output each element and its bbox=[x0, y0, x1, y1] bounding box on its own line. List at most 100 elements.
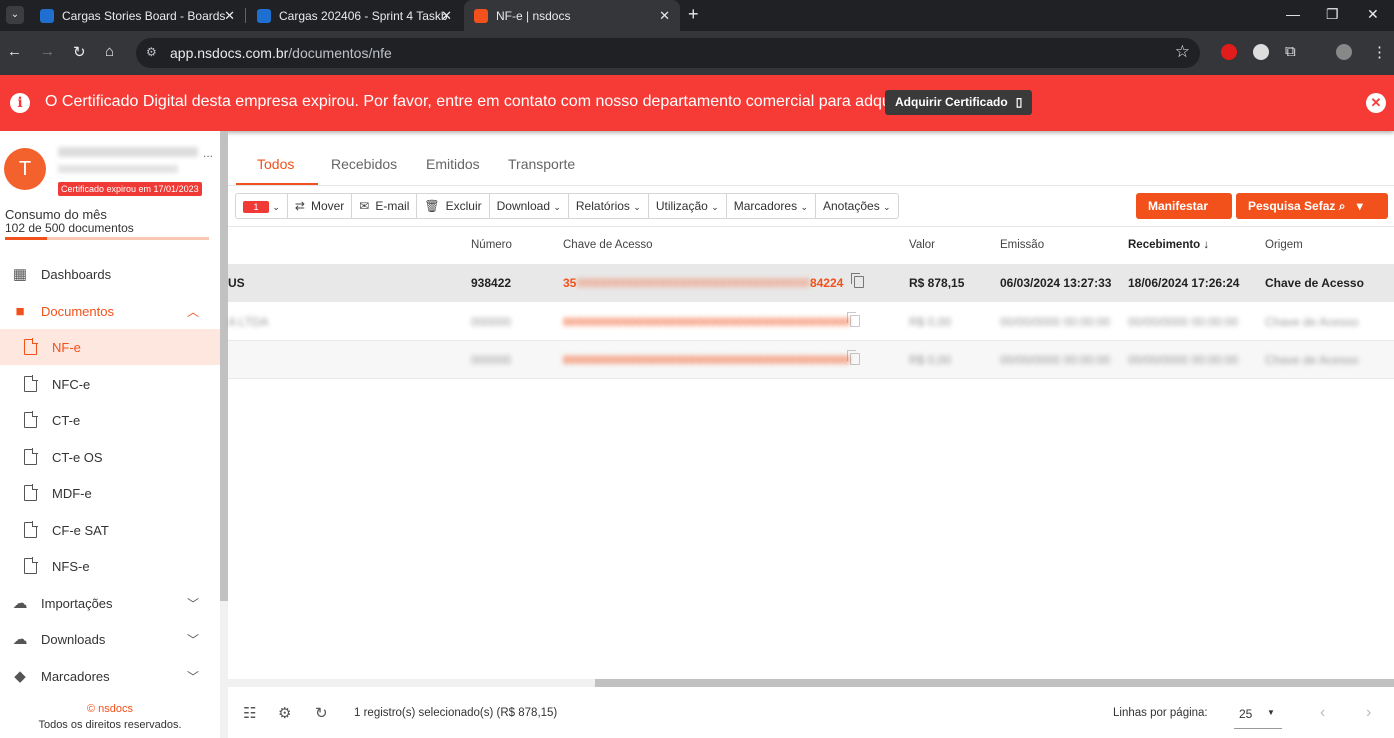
url-text: app.nsdocs.com.br/documentos/nfe bbox=[170, 45, 392, 61]
copy-icon[interactable] bbox=[847, 350, 860, 365]
browser-tab-3[interactable]: NF-e | nsdocs ✕ bbox=[464, 0, 680, 31]
alert-close-icon[interactable]: ✕ bbox=[1366, 93, 1386, 113]
col-emissao[interactable]: Emissão bbox=[1000, 239, 1044, 251]
columns-icon[interactable]: ☷ bbox=[243, 704, 256, 722]
col-numero[interactable]: Número bbox=[471, 239, 512, 251]
caret-down-icon: ▼ bbox=[1267, 708, 1275, 717]
marcadores-dropdown[interactable]: Marcadores ⌄ bbox=[727, 194, 816, 218]
extension-icon[interactable] bbox=[1253, 44, 1269, 60]
download-dropdown[interactable]: Download ⌄ bbox=[490, 194, 569, 218]
col-valor[interactable]: Valor bbox=[909, 239, 935, 251]
sidebar-item-mdfe[interactable]: MDF-e bbox=[0, 475, 220, 511]
trash-icon: 🗑 bbox=[424, 199, 440, 213]
selection-summary: 1 registro(s) selecionado(s) (R$ 878,15) bbox=[354, 707, 558, 719]
sidebar-item-nfe[interactable]: NF-e bbox=[0, 329, 220, 365]
settings-icon[interactable]: ⚙ bbox=[278, 704, 291, 722]
prev-page-icon[interactable]: ‹ bbox=[1320, 704, 1325, 722]
table-row[interactable]: US 938422 350000000000000000000000000000… bbox=[228, 264, 1394, 302]
browser-menu-icon[interactable]: ⋮ bbox=[1372, 43, 1387, 61]
label-icon: ◆ bbox=[14, 668, 26, 685]
consumo-progress-bar bbox=[5, 237, 209, 240]
footer-brand: © nsdocs bbox=[86, 703, 133, 715]
consumo-title: Consumo do mês bbox=[5, 207, 107, 222]
new-tab-icon[interactable]: + bbox=[688, 4, 699, 25]
dashboard-icon: ▦ bbox=[12, 266, 28, 283]
utilizacao-dropdown[interactable]: Utilização ⌄ bbox=[649, 194, 727, 218]
minimize-icon[interactable]: — bbox=[1286, 6, 1300, 22]
tab-todos[interactable]: Todos bbox=[257, 156, 294, 172]
sort-down-icon: ↓ bbox=[1203, 239, 1210, 251]
table-footer: ☷ ⚙ ↻ 1 registro(s) selecionado(s) (R$ 8… bbox=[228, 687, 1394, 738]
mail-icon: ✉ bbox=[359, 199, 370, 213]
manifestar-button[interactable]: Manifestar ⌄ bbox=[1136, 193, 1232, 239]
anotacoes-dropdown[interactable]: Anotações ⌄ bbox=[816, 194, 898, 218]
sidebar-item-nfse[interactable]: NFS-e bbox=[0, 548, 220, 584]
relatorios-dropdown[interactable]: Relatórios ⌄ bbox=[569, 194, 649, 218]
sidebar-item-cte-os[interactable]: CT-e OS bbox=[0, 439, 220, 475]
email-button[interactable]: ✉ E-mail bbox=[352, 194, 418, 218]
excluir-button[interactable]: 🗑 Excluir bbox=[417, 194, 490, 218]
mover-button[interactable]: ⇄ Mover bbox=[288, 194, 353, 218]
refresh-icon[interactable]: ↻ bbox=[315, 704, 328, 722]
tab-emitidos[interactable]: Emitidos bbox=[426, 156, 480, 172]
horizontal-scrollbar[interactable] bbox=[228, 679, 1394, 687]
col-recebimento[interactable]: Recebimento ↓ bbox=[1128, 239, 1209, 251]
col-chave[interactable]: Chave de Acesso bbox=[563, 239, 653, 251]
site-info-icon[interactable]: ⚙ bbox=[146, 45, 157, 59]
restore-icon[interactable]: ❐ bbox=[1326, 6, 1339, 23]
company-name-blurred bbox=[58, 147, 198, 157]
sidebar-item-documentos[interactable]: ■ Documentos ︿ bbox=[0, 293, 220, 329]
copy-icon[interactable] bbox=[851, 273, 864, 288]
window-close-icon[interactable]: ✕ bbox=[1367, 6, 1379, 23]
browser-tab-1[interactable]: Cargas Stories Board - Boards ✕ bbox=[30, 0, 245, 31]
table-header: Número Chave de Acesso Valor Emissão Rec… bbox=[228, 228, 1394, 264]
home-icon[interactable]: ⌂ bbox=[105, 43, 114, 60]
document-icon bbox=[24, 557, 38, 574]
profile-avatar[interactable] bbox=[1336, 44, 1352, 60]
rows-per-page-select[interactable]: 25 ▼ bbox=[1234, 701, 1282, 729]
swap-icon: ⇄ bbox=[294, 199, 305, 213]
sidebar-item-downloads[interactable]: ☁ Downloads ﹀ bbox=[0, 621, 220, 657]
back-icon[interactable]: ← bbox=[7, 43, 22, 60]
avatar[interactable]: T bbox=[4, 148, 46, 190]
tab-search-icon[interactable]: ⌄ bbox=[6, 6, 24, 24]
bookmark-star-icon[interactable]: ☆ bbox=[1175, 42, 1190, 62]
azure-devops-icon bbox=[257, 8, 271, 23]
sidebar-item-nfce[interactable]: NFC-e bbox=[0, 366, 220, 402]
forward-icon[interactable]: → bbox=[40, 43, 55, 60]
adquirir-certificado-button[interactable]: Adquirir Certificado ▯ bbox=[885, 90, 1033, 115]
sidebar-item-cte[interactable]: CT-e bbox=[0, 402, 220, 438]
copy-icon[interactable] bbox=[847, 312, 860, 327]
extensions-puzzle-icon[interactable]: ⧉ bbox=[1285, 43, 1296, 60]
document-icon bbox=[24, 375, 38, 392]
sidebar-item-dashboards[interactable]: ▦ Dashboards bbox=[0, 256, 220, 292]
cert-expired-badge: Certificado expirou em 17/01/2023 bbox=[58, 182, 202, 196]
sidebar-item-importacoes[interactable]: ☁ Importações ﹀ bbox=[0, 585, 220, 621]
chevron-down-icon: ﹀ bbox=[187, 669, 200, 684]
address-bar[interactable]: ⚙ app.nsdocs.com.br/documentos/nfe ☆ bbox=[136, 38, 1200, 68]
close-tab-icon[interactable]: ✕ bbox=[441, 8, 452, 24]
azure-devops-icon bbox=[40, 8, 54, 23]
sidebar-item-cfe-sat[interactable]: CF-e SAT bbox=[0, 512, 220, 548]
tab-title: Cargas Stories Board - Boards bbox=[62, 8, 226, 23]
pesquisa-sefaz-button[interactable]: Pesquisa Sefaz ⌕ ▾ bbox=[1236, 193, 1388, 219]
browser-tab-2[interactable]: Cargas 202406 - Sprint 4 Taskb ✕ bbox=[247, 0, 462, 31]
reload-icon[interactable]: ↻ bbox=[73, 43, 86, 61]
close-tab-icon[interactable]: ✕ bbox=[659, 8, 670, 24]
tab-title: Cargas 202406 - Sprint 4 Taskb bbox=[279, 8, 448, 23]
table-row[interactable]: 000000 000000000000000000000000000000000… bbox=[228, 341, 1394, 379]
close-tab-icon[interactable]: ✕ bbox=[224, 8, 235, 24]
sidebar-item-marcadores[interactable]: ◆ Marcadores ﹀ bbox=[0, 658, 220, 694]
table-row[interactable]: A LTDA 000000 00000000000000000000000000… bbox=[228, 303, 1394, 341]
footer-rights: Todos os direitos reservados. bbox=[38, 719, 182, 731]
tab-transporte[interactable]: Transporte bbox=[508, 156, 575, 172]
select-dropdown[interactable]: 1 ⌄ bbox=[236, 194, 288, 218]
extension-icon[interactable] bbox=[1221, 44, 1237, 60]
sidebar: T ... Certificado expirou em 17/01/2023 … bbox=[0, 131, 220, 738]
browser-toolbar: ← → ↻ ⌂ ⚙ app.nsdocs.com.br/documentos/n… bbox=[0, 31, 1394, 75]
sidebar-scrollbar[interactable] bbox=[220, 131, 228, 738]
next-page-icon[interactable]: › bbox=[1366, 704, 1371, 722]
col-origem[interactable]: Origem bbox=[1265, 239, 1303, 251]
company-menu-dots[interactable]: ... bbox=[203, 146, 213, 160]
tab-recebidos[interactable]: Recebidos bbox=[331, 156, 397, 172]
